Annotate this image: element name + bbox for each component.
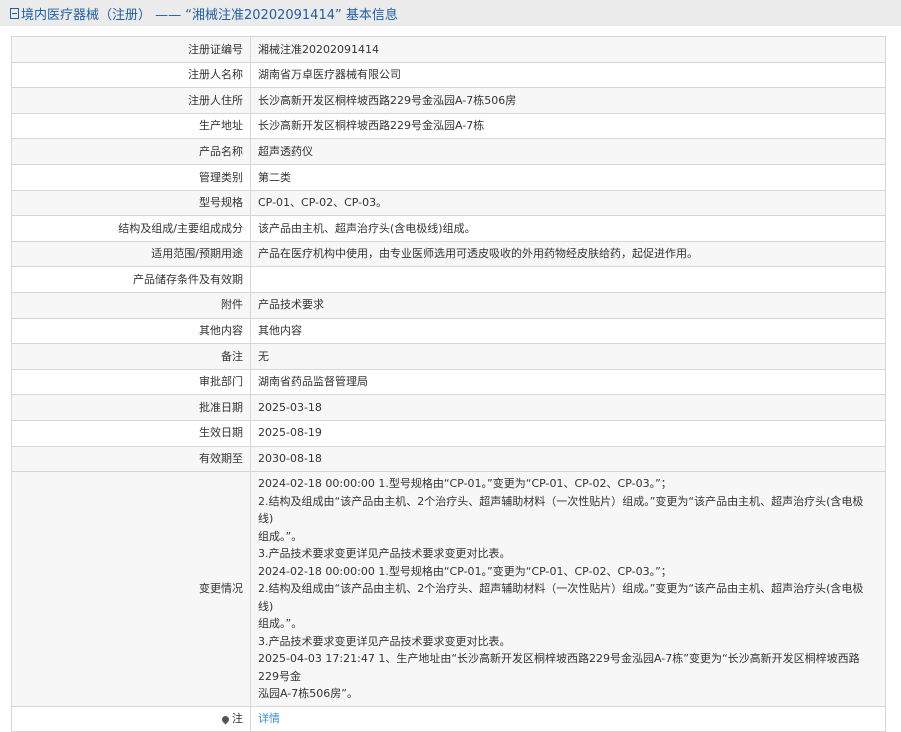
row-value: 2025-03-18 xyxy=(250,394,886,421)
info-table: 注册证编号 湘械注准20202091414 注册人名称 湖南省万卓医疗器械有限公司 注册… xyxy=(11,36,886,732)
page-title: 境内医疗器械（注册） —— “湘械注准20202091414” 基本信息 xyxy=(21,7,398,23)
location-pin-icon xyxy=(220,714,231,725)
change-line: 组成。”。 xyxy=(258,617,303,631)
table-row: 批准日期 2025-03-18 xyxy=(11,394,886,421)
table-row: 附件 产品技术要求 xyxy=(11,291,886,319)
row-label: 注册人名称 xyxy=(11,61,251,89)
row-label: 注 xyxy=(11,705,251,732)
table-row: 备注无 xyxy=(11,343,886,370)
change-line: 2025-04-03 17:21:47 1、生产地址由“长沙高新开发区桐梓坡西路… xyxy=(258,652,860,683)
change-line: 2024-02-18 00:00:00 1.型号规格由“CP-01。”变更为“C… xyxy=(258,564,672,578)
table-row: 有效期至 2030-08-18 xyxy=(11,445,886,473)
row-label: 型号规格 xyxy=(11,189,251,217)
change-line: 2.结构及组成由“该产品由主机、2个治疗头、超声辅助材料（一次性贴片）组成。”变… xyxy=(258,494,864,526)
table-row-changes: 变更情况 2024-02-18 00:00:00 1.型号规格由“CP-01。”… xyxy=(11,471,886,707)
row-label: 适用范围/预期用途 xyxy=(11,240,251,268)
change-line: 3.产品技术要求变更详见产品技术要求变更对比表。 xyxy=(258,634,511,648)
row-value: 2030-08-18 xyxy=(250,445,886,473)
row-value: 产品在医疗机构中使用，由专业医师选用可透皮吸收的外用药物经皮肤给药，起促进作用。 xyxy=(250,240,886,268)
row-value: 无 xyxy=(250,343,886,370)
table-row: 结构及组成/主要组成成分 该产品由主机、超声治疗头(含电极线)组成。 xyxy=(11,215,886,242)
table-row: 管理类别 第二类 xyxy=(11,163,886,191)
table-row: 其他内容 其他内容 xyxy=(11,317,886,345)
changes-value: 2024-02-18 00:00:00 1.型号规格由“CP-01。”变更为“C… xyxy=(250,471,886,707)
change-line: 2.结构及组成由“该产品由主机、2个治疗头、超声辅助材料（一次性贴片）组成。”变… xyxy=(258,582,864,613)
table-row: 适用范围/预期用途 产品在医疗机构中使用，由专业医师选用可透皮吸收的外用药物经皮肤… xyxy=(11,240,886,268)
row-label: 有效期至 xyxy=(11,445,251,473)
change-line: 2024-02-18 00:00:00 1.型号规格由“CP-01。”变更为“C… xyxy=(258,477,672,491)
table-row: 生产地址 长沙高新开发区桐梓坡西路229号金泓园A-7栋 xyxy=(11,112,886,140)
row-value: 2025-08-19 xyxy=(250,419,886,447)
table-row: 注册人名称 湖南省万卓医疗器械有限公司 xyxy=(11,61,886,89)
row-value: 湖南省万卓医疗器械有限公司 xyxy=(250,61,886,89)
table-row: 产品名称 超声透药仪 xyxy=(11,138,886,165)
row-value: 长沙高新开发区桐梓坡西路229号金泓园A-7栋506房 xyxy=(250,87,886,114)
row-value: CP-01、CP-02、CP-03。 xyxy=(250,189,886,217)
row-label: 生产地址 xyxy=(11,112,251,140)
table-row: 产品储存条件及有效期 xyxy=(11,266,886,293)
row-label: 备注 xyxy=(11,343,251,370)
change-line: 泓园A-7栋506房”。 xyxy=(258,687,358,701)
note-label: 注 xyxy=(232,712,243,726)
row-value: 该产品由主机、超声治疗头(含电极线)组成。 xyxy=(250,215,886,242)
table-row-note: 注 详情 xyxy=(11,705,886,732)
row-label: 生效日期 xyxy=(11,419,251,447)
document-icon xyxy=(10,7,19,19)
change-line: 组成。”。 xyxy=(258,529,303,543)
table-row: 生效日期 2025-08-19 xyxy=(11,419,886,447)
row-label: 批准日期 xyxy=(11,394,251,421)
table-row: 审批部门 湖南省药品监督管理局 xyxy=(11,368,886,396)
row-value: 超声透药仪 xyxy=(250,138,886,165)
row-value: 湘械注准20202091414 xyxy=(250,36,886,63)
row-label: 注册证编号 xyxy=(11,36,251,63)
row-label: 管理类别 xyxy=(11,163,251,191)
row-label: 注册人住所 xyxy=(11,87,251,114)
row-value: 湖南省药品监督管理局 xyxy=(250,368,886,396)
table-row: 型号规格 CP-01、CP-02、CP-03。 xyxy=(11,189,886,217)
details-link[interactable]: 详情 xyxy=(258,712,280,725)
row-label: 其他内容 xyxy=(11,317,251,345)
row-label: 产品储存条件及有效期 xyxy=(11,266,251,293)
table-row: 注册人住所 长沙高新开发区桐梓坡西路229号金泓园A-7栋506房 xyxy=(11,87,886,114)
row-value: 第二类 xyxy=(250,163,886,191)
table-row: 注册证编号 湘械注准20202091414 xyxy=(11,36,886,63)
row-value: 产品技术要求 xyxy=(250,291,886,319)
row-value xyxy=(250,266,886,293)
row-label: 结构及组成/主要组成成分 xyxy=(11,215,251,242)
row-label: 审批部门 xyxy=(11,368,251,396)
row-label: 变更情况 xyxy=(11,471,251,707)
page-title-bar: 境内医疗器械（注册） —— “湘械注准20202091414” 基本信息 xyxy=(0,0,901,26)
row-value: 长沙高新开发区桐梓坡西路229号金泓园A-7栋 xyxy=(250,112,886,140)
row-label: 附件 xyxy=(11,291,251,319)
row-label: 产品名称 xyxy=(11,138,251,165)
row-value: 其他内容 xyxy=(250,317,886,345)
change-line: 3.产品技术要求变更详见产品技术要求变更对比表。 xyxy=(258,547,511,561)
